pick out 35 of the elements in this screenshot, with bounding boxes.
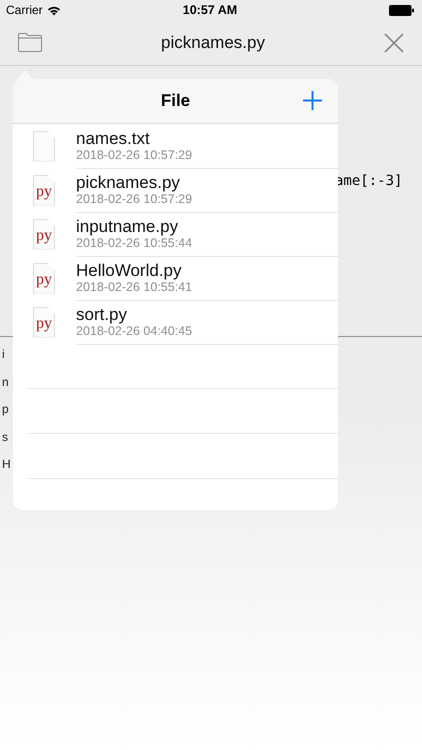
- add-button[interactable]: [303, 91, 322, 110]
- close-button[interactable]: [384, 32, 404, 52]
- wifi-icon: [46, 4, 61, 16]
- file-row[interactable]: names.txt 2018-02-26 10:57:29: [33, 124, 338, 168]
- popover-title: File: [160, 91, 190, 111]
- python-file-icon: py: [33, 262, 55, 294]
- code-line: ame[:-3]: [335, 173, 402, 189]
- file-date: 2018-02-26 04:40:45: [76, 324, 192, 338]
- clock-time: 10:57 AM: [182, 3, 238, 17]
- folder-button[interactable]: [18, 33, 42, 52]
- python-file-icon: py: [33, 218, 55, 250]
- file-row[interactable]: py inputname.py 2018-02-26 10:55:44: [33, 212, 338, 256]
- battery-icon: [388, 4, 414, 16]
- python-file-icon: py: [33, 174, 55, 206]
- file-date: 2018-02-26 10:55:44: [76, 236, 192, 250]
- python-file-icon: py: [33, 306, 55, 338]
- file-title: picknames.py: [161, 32, 265, 52]
- file-date: 2018-02-26 10:55:41: [76, 280, 192, 294]
- carrier-label: Carrier: [6, 3, 43, 17]
- file-name: inputname.py: [76, 217, 178, 236]
- console-line: p: [2, 401, 9, 418]
- blank-document-icon: [33, 130, 55, 162]
- file-row[interactable]: py sort.py 2018-02-26 04:40:45: [33, 300, 338, 344]
- file-row[interactable]: py picknames.py 2018-02-26 10:57:29: [33, 168, 338, 212]
- file-row[interactable]: py HelloWorld.py 2018-02-26 10:55:41: [33, 256, 338, 300]
- file-name: HelloWorld.py: [76, 261, 182, 280]
- file-name: sort.py: [76, 305, 128, 324]
- file-date: 2018-02-26 10:57:29: [76, 148, 192, 162]
- file-name: names.txt: [76, 129, 150, 148]
- file-date: 2018-02-26 10:57:29: [76, 192, 192, 206]
- file-name: picknames.py: [76, 173, 180, 192]
- console-line: n: [2, 374, 9, 390]
- console-line: H: [2, 456, 11, 473]
- console-line: i: [2, 346, 5, 363]
- console-line: s: [2, 428, 8, 446]
